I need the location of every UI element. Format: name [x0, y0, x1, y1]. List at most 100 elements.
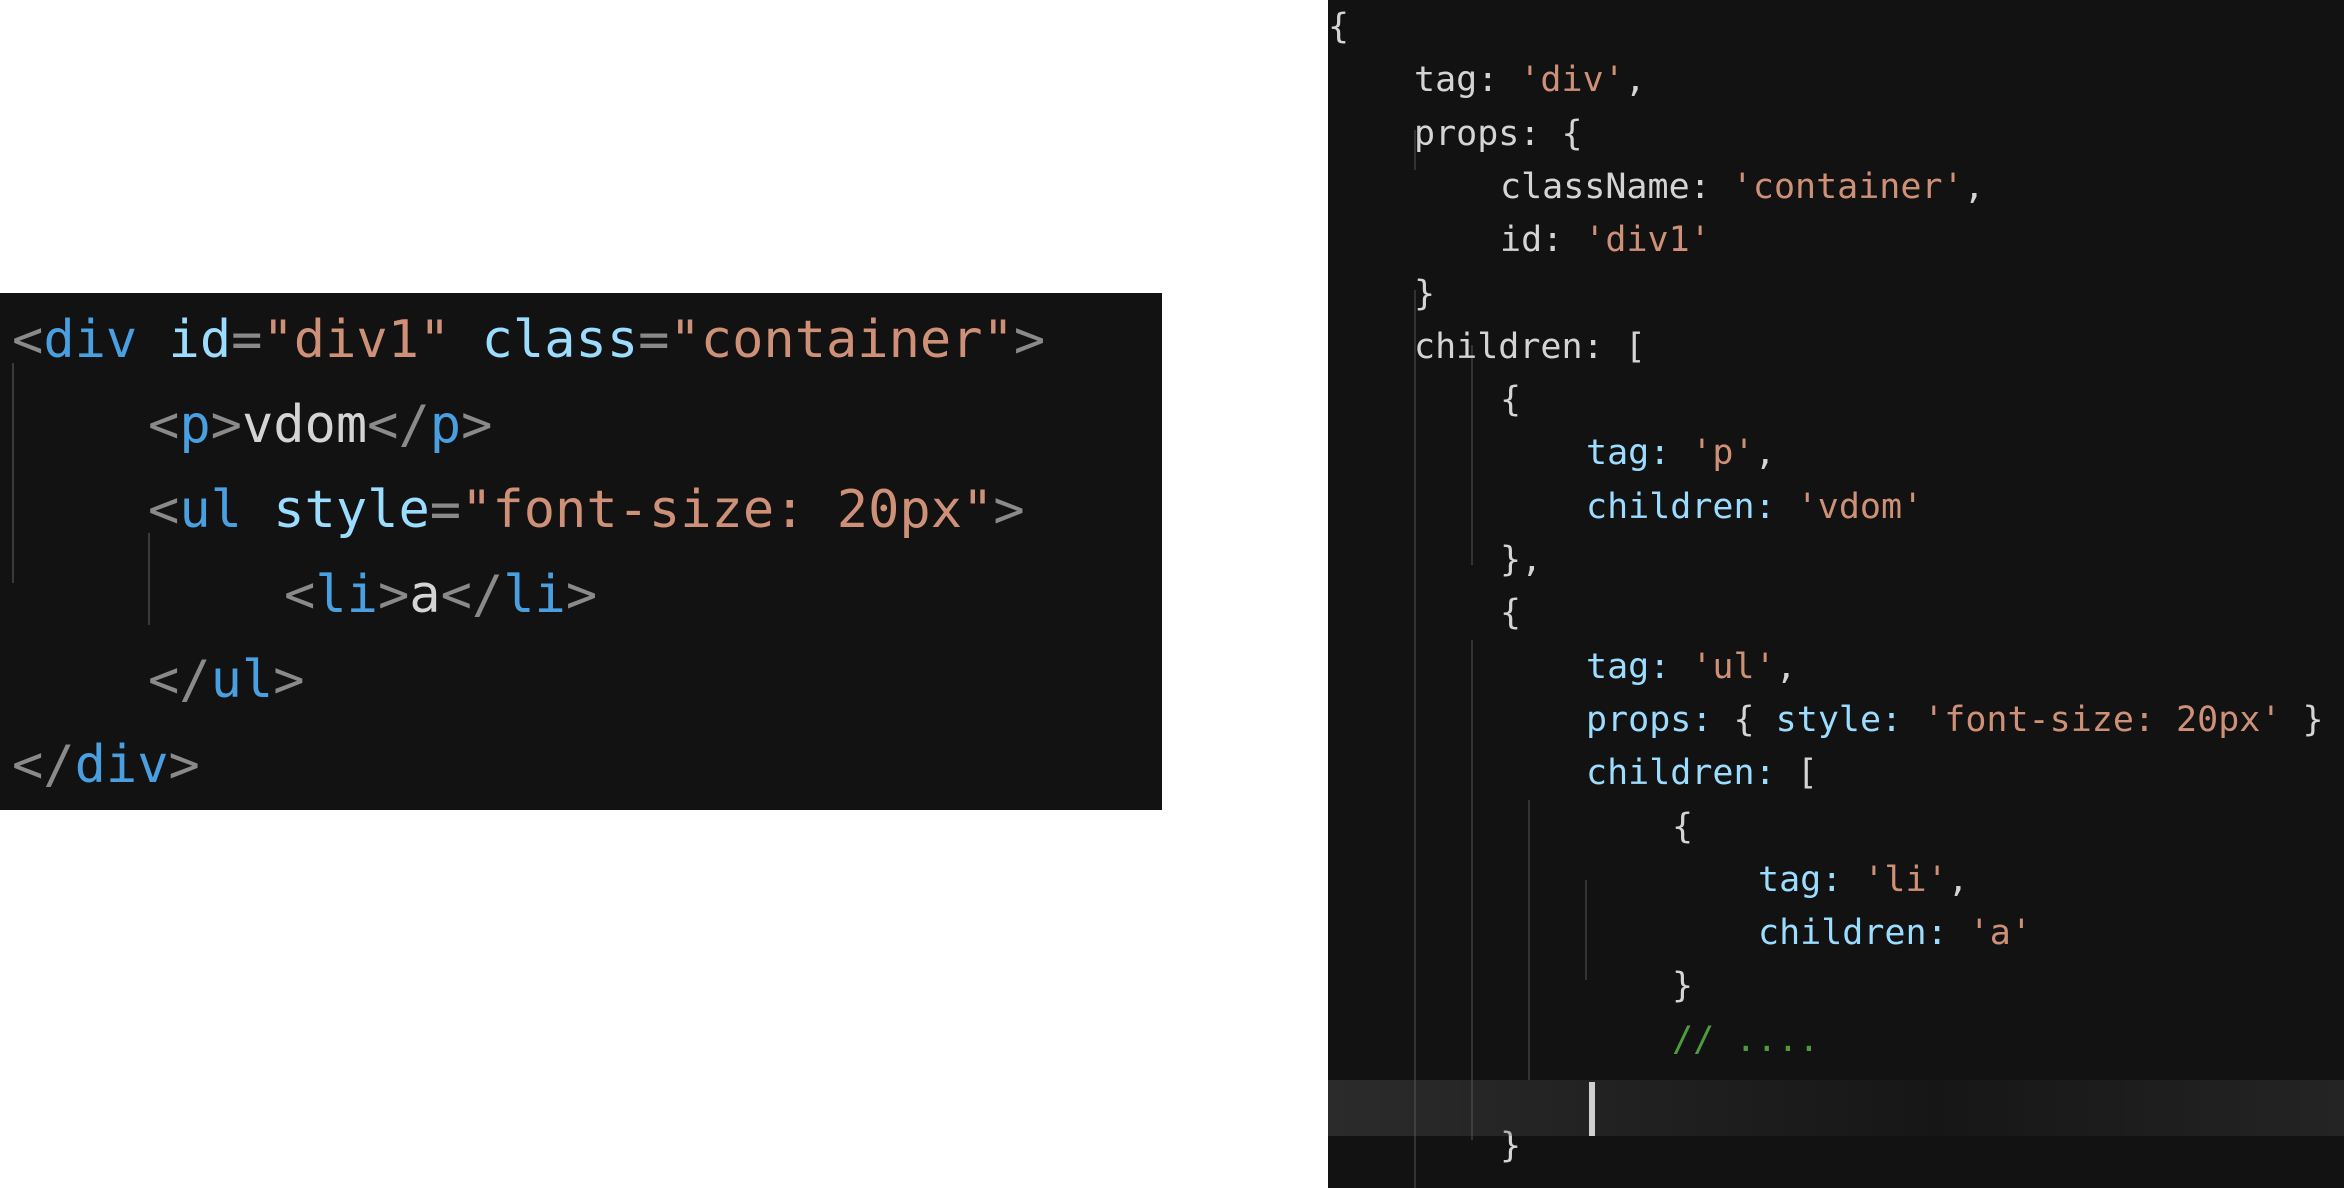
code-token: "div1": [262, 310, 451, 370]
code-line: id: 'div1': [1500, 214, 1711, 267]
code-line: <ul style="font-size: 20px">: [148, 468, 1025, 553]
code-line: className: 'container',: [1500, 161, 1985, 214]
code-token: }: [2281, 699, 2324, 740]
code-token: [: [1796, 753, 1818, 794]
code-line: // ....: [1672, 1014, 1820, 1067]
code-line: tag: 'div',: [1414, 54, 1646, 107]
code-token: >: [993, 480, 1025, 540]
code-line: },: [1500, 534, 1542, 587]
code-line: <p>vdom</p>: [148, 383, 492, 468]
code-line: }: [1672, 960, 1693, 1013]
vnode-code-panel: { tag: 'div', props: { className: 'containe…: [1328, 0, 2344, 1188]
code-token: p: [179, 395, 211, 455]
code-token: </: [440, 565, 504, 625]
html-code-panel: <div id="div1" class="container"> <p>vdom…: [0, 293, 1162, 810]
code-token: >: [210, 395, 242, 455]
code-token: {: [1672, 806, 1694, 847]
code-token: // ....: [1672, 1019, 1820, 1060]
code-token: children:: [1758, 913, 1969, 954]
code-token: {: [1733, 699, 1776, 740]
code-line: props: { style: 'font-size: 20px' }: [1586, 694, 2324, 747]
code-token: 'container': [1731, 166, 1964, 207]
code-token: vdom: [241, 395, 368, 455]
code-token: 'div1': [1584, 220, 1711, 261]
code-token: 'p': [1691, 433, 1755, 474]
code-token: ,: [1963, 166, 1985, 207]
code-token: id:: [1500, 220, 1585, 261]
code-line: {: [1500, 374, 1521, 427]
code-token: </: [12, 735, 75, 795]
code-line: children: 'a': [1758, 907, 2032, 960]
code-token: ,: [1775, 646, 1797, 687]
code-token: props:: [1586, 699, 1734, 740]
code-token: ,: [1624, 60, 1646, 101]
code-token: ,: [1947, 859, 1969, 900]
code-token: >: [168, 735, 200, 795]
code-token: tag:: [1758, 859, 1864, 900]
code-token: id: [137, 310, 232, 370]
code-line: <li>a</li>: [284, 553, 597, 638]
code-token: tag:: [1586, 433, 1692, 474]
code-token: children: [: [1414, 326, 1646, 367]
code-line: children: [: [1414, 321, 1646, 374]
code-token: children:: [1586, 753, 1797, 794]
code-token: >: [273, 650, 305, 710]
code-line: <div id="div1" class="container">: [12, 298, 1045, 383]
indent-guide: [1471, 640, 1473, 1140]
code-token: },: [1500, 540, 1543, 580]
code-token: }: [1414, 273, 1436, 314]
code-token: }: [1672, 966, 1694, 1007]
code-line: </ul>: [148, 638, 305, 723]
code-token: </: [148, 650, 211, 710]
code-token: 'font-size: 20px': [1923, 699, 2282, 740]
code-token: <: [148, 395, 180, 455]
code-token: =: [231, 310, 263, 370]
code-token: div: [74, 735, 169, 795]
code-token: p: [429, 395, 462, 455]
code-token: 'li': [1863, 859, 1948, 900]
indent-guide: [1585, 880, 1587, 980]
scroll-fade-overlay: [1328, 1080, 2344, 1136]
code-token: li: [315, 565, 378, 625]
code-line: {: [1328, 1, 1349, 54]
code-token: ul: [179, 480, 242, 540]
code-token: 'div': [1519, 60, 1625, 101]
code-token: =: [638, 310, 670, 370]
code-token: className:: [1500, 166, 1732, 207]
code-line: props: {: [1414, 108, 1583, 161]
code-token: a: [409, 565, 441, 625]
code-token: props: {: [1414, 113, 1583, 154]
code-line: children: [: [1586, 747, 1818, 800]
code-line: {: [1672, 801, 1693, 854]
code-token: tag:: [1414, 60, 1520, 101]
code-token: li: [503, 565, 566, 625]
code-token: tag:: [1586, 646, 1692, 687]
code-line: tag: 'ul',: [1586, 641, 1797, 694]
code-line: </div>: [12, 723, 200, 808]
code-token: div: [43, 310, 138, 370]
code-token: {: [1328, 7, 1350, 47]
code-token: =: [429, 480, 462, 540]
code-token: 'vdom': [1796, 486, 1924, 527]
code-token: {: [1500, 593, 1522, 634]
code-token: children:: [1586, 486, 1797, 527]
code-token: 'ul': [1691, 646, 1776, 687]
code-token: >: [461, 395, 493, 455]
code-line: tag: 'li',: [1758, 854, 1969, 907]
code-token: "font-size: 20px": [461, 480, 994, 540]
indent-guide: [1414, 290, 1416, 1188]
code-line: children: 'vdom': [1586, 481, 1923, 534]
code-token: >: [565, 565, 598, 625]
code-token: ul: [210, 650, 274, 710]
code-line: {: [1500, 587, 1521, 640]
indent-guide: [1471, 345, 1473, 565]
indent-guide: [12, 363, 14, 583]
code-token: 'a': [1968, 913, 2032, 954]
code-token: <: [12, 310, 44, 370]
code-line: }: [1414, 268, 1435, 321]
code-token: </: [367, 395, 430, 455]
code-line: tag: 'p',: [1586, 427, 1776, 480]
code-token: "container": [669, 310, 1014, 370]
code-token: style: [241, 480, 430, 540]
code-token: >: [377, 565, 410, 625]
